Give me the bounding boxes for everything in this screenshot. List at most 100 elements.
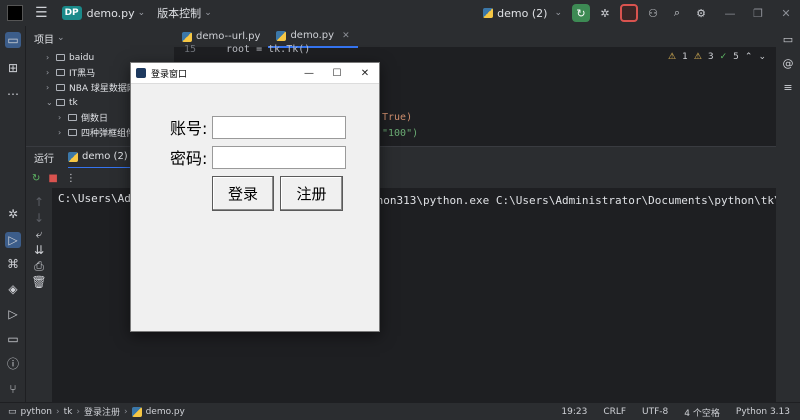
status-bar: ▭ python › tk › 登录注册 › demo.py 19:23 CRL… [0,402,800,420]
debug-icon[interactable]: ✲ [596,4,614,22]
dialog-minimize-button[interactable]: — [295,63,323,84]
chevron-right-icon: › [46,68,50,77]
password-input[interactable] [212,146,346,169]
chevron-down-icon: ⌄ [554,8,562,18]
hamburger-menu-icon[interactable]: ☰ [35,5,48,21]
tree-item-label: baidu [69,52,95,63]
close-window-button[interactable]: ✕ [772,7,800,20]
line-ending[interactable]: CRLF [603,407,626,417]
python-interpreter[interactable]: Python 3.13 [736,407,790,417]
rerun-button[interactable]: ↻ [572,4,590,22]
stop-button[interactable] [620,4,638,22]
breadcrumb-item[interactable]: 登录注册 [84,405,120,418]
console-line-prefix: C:\Users\Adm [58,192,138,205]
status-bar-right: 19:23 CRLF UTF-8 4 个空格 Python 3.13 [561,403,790,420]
debug-bug-icon[interactable]: ✲ [5,206,21,222]
print-icon[interactable]: ⎙ [31,258,47,274]
typo-icon: ✓ [719,52,728,62]
ai-assistant-icon[interactable]: @ [780,56,796,72]
folder-icon [68,114,77,121]
login-button[interactable]: 登录 [212,176,274,211]
arrow-up-icon[interactable]: ↑ [31,194,47,210]
titlebar-actions: demo (2) ⌄ ↻ ✲ ⚇ ⌕ ⚙ — ❐ ✕ [483,0,800,26]
typo-count: 5 [733,52,739,62]
git-icon[interactable]: ⑂ [5,381,21,397]
run-panel-title: 运行 [34,154,54,165]
project-folder-icon[interactable]: ▭ [5,32,21,48]
python-console-icon[interactable]: ⌘ [5,256,21,272]
run-side-tools: ↑ ↓ ⤶ ⇊ ⎙ 🗑 [26,188,52,402]
chevron-down-icon[interactable]: ⌄ [204,8,212,18]
weak-warning-count: 3 [707,52,714,62]
settings-gear-icon[interactable]: ⚙ [692,4,710,22]
trash-icon[interactable]: 🗑 [31,274,47,290]
tab-label: demo.py [290,30,335,41]
arrow-down-icon[interactable]: ↓ [31,210,47,226]
login-dialog: 登录窗口 — ☐ ✕ 账号: 密码: 登录 注册 [130,62,380,332]
terminal-icon[interactable]: ▭ [5,331,21,347]
chevron-up-icon[interactable]: ⌃ [745,52,753,62]
git-branch-icon: ▭ [8,406,17,417]
layers-icon[interactable]: ◈ [5,281,21,297]
run-config-selector[interactable]: demo (2) ⌄ [483,7,562,20]
warning-icon: ⚠ [668,52,677,62]
notifications-icon[interactable]: ▭ [780,32,796,48]
account-input[interactable] [212,116,346,139]
breadcrumb-item[interactable]: tk [64,407,73,417]
search-icon[interactable]: ⌕ [668,4,686,22]
code-fragment-true: True) [382,112,413,123]
code-fragment-string: "100") [382,128,419,139]
register-button[interactable]: 注册 [280,176,343,211]
chevron-right-icon: › [46,83,50,92]
run-icon[interactable]: ▷ [5,232,21,248]
dialog-maximize-button[interactable]: ☐ [323,63,351,84]
stop-icon[interactable]: ■ [48,173,57,184]
chevron-right-icon: › [46,53,50,62]
inspection-widget[interactable]: ⚠ 1 ⚠ 3 ✓ 5 ⌃ ⌄ [668,52,766,62]
chevron-right-icon: › [123,406,128,417]
tree-item-label: IT黑马 [69,69,96,79]
add-user-icon[interactable]: ⚇ [644,4,662,22]
chevron-down-icon[interactable]: ⌄ [758,52,766,62]
more-vertical-icon[interactable]: ⋮ [66,173,76,184]
file-encoding[interactable]: UTF-8 [642,407,668,417]
python-icon [483,8,494,18]
problems-icon[interactable]: ⓘ [5,356,21,372]
caret-position[interactable]: 19:23 [561,407,587,417]
tk-feather-icon [136,68,146,78]
breadcrumb-item[interactable]: python [21,407,52,417]
tree-item-label: tk [69,97,78,108]
project-badge[interactable]: DP [61,6,82,20]
tab-label: demo--url.py [196,31,261,42]
chevron-down-icon[interactable]: ⌄ [138,8,146,18]
more-icon[interactable]: ⋯ [5,86,21,102]
dialog-close-button[interactable]: ✕ [351,63,379,84]
rerun-icon[interactable]: ↻ [32,173,40,184]
scroll-to-end-icon[interactable]: ⇊ [31,242,47,258]
structure-icon[interactable]: ⊞ [5,60,21,76]
restore-button[interactable]: ❐ [744,7,772,20]
tree-item-label: 四种弹框组件 [81,129,136,139]
services-icon[interactable]: ▷ [5,306,21,322]
account-label: 账号: [170,119,208,138]
line-number: 15 [184,44,197,55]
tree-item-label: 倒数日 [81,114,109,124]
database-icon[interactable]: ≡ [780,80,796,96]
python-file-icon [131,406,142,417]
indent-setting[interactable]: 4 个空格 [684,406,720,419]
folder-icon [56,54,65,61]
soft-wrap-icon[interactable]: ⤶ [31,226,47,242]
vcs-menu[interactable]: 版本控制 [157,5,201,21]
project-name[interactable]: demo.py [87,7,135,20]
title-bar: ☰ DP demo.py ⌄ 版本控制 ⌄ demo (2) ⌄ ↻ ✲ ⚇ ⌕… [0,0,800,26]
minimize-button[interactable]: — [716,7,744,20]
chevron-down-icon: ⌄ [57,33,65,43]
breadcrumb-item[interactable]: demo.py [146,407,185,417]
python-file-icon [182,31,192,42]
close-tab-icon[interactable]: ✕ [342,31,350,41]
console-line-suffix: thon313\python.exe C:\Users\Administrato… [370,194,776,207]
dialog-title: 登录窗口 [151,69,188,80]
project-panel-header[interactable]: 项目 ⌄ [26,26,174,50]
folder-icon [56,84,65,91]
project-panel-title: 项目 [34,34,54,46]
